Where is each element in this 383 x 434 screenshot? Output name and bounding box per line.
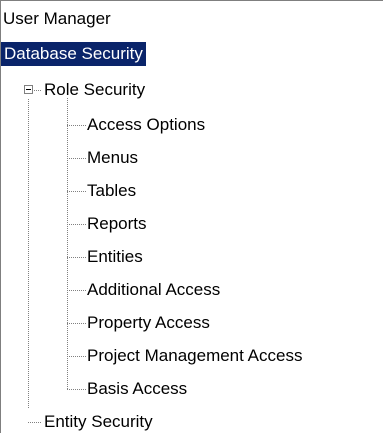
tree-item-label: Entities bbox=[87, 247, 143, 266]
tree-item-project-management-access[interactable]: Project Management Access bbox=[87, 344, 302, 368]
tree-line-connector bbox=[34, 90, 41, 91]
tree-item-property-access[interactable]: Property Access bbox=[87, 311, 210, 335]
tree-line-trunk bbox=[28, 99, 29, 409]
tree-item-role-security[interactable]: Role Security bbox=[44, 78, 145, 102]
tree-item-label: Access Options bbox=[87, 115, 206, 134]
tree-item-entities[interactable]: Entities bbox=[87, 245, 143, 269]
tree-item-label: User Manager bbox=[3, 9, 111, 28]
tree-item-label: Database Security bbox=[4, 44, 143, 63]
tree-line-connector bbox=[67, 323, 86, 324]
tree-line-connector bbox=[67, 191, 86, 192]
security-tree: User Manager Database Security Role Secu… bbox=[0, 0, 383, 433]
tree-item-label: Tables bbox=[87, 181, 137, 200]
tree-line-connector bbox=[67, 125, 86, 126]
tree-line-connector bbox=[67, 290, 86, 291]
tree-line-connector bbox=[67, 257, 86, 258]
tree-line-connector bbox=[67, 389, 86, 390]
tree-item-entity-security[interactable]: Entity Security bbox=[44, 410, 153, 434]
tree-item-reports[interactable]: Reports bbox=[87, 212, 147, 236]
tree-line-connector bbox=[67, 224, 86, 225]
tree-item-label: Additional Access bbox=[87, 280, 221, 299]
tree-item-menus[interactable]: Menus bbox=[87, 146, 138, 170]
tree-item-label: Project Management Access bbox=[87, 346, 303, 365]
tree-item-label: Role Security bbox=[44, 80, 146, 99]
tree-item-tables[interactable]: Tables bbox=[87, 179, 136, 203]
tree-item-label: Menus bbox=[87, 148, 139, 167]
tree-item-label: Basis Access bbox=[87, 379, 188, 398]
tree-item-label: Property Access bbox=[87, 313, 210, 332]
tree-line-connector bbox=[67, 158, 86, 159]
tree-line-connector bbox=[28, 422, 41, 423]
tree-line-children bbox=[67, 98, 68, 389]
tree-item-basis-access[interactable]: Basis Access bbox=[87, 377, 187, 401]
tree-line-connector bbox=[67, 356, 86, 357]
tree-item-database-security[interactable]: Database Security bbox=[1, 42, 146, 66]
tree-item-access-options[interactable]: Access Options bbox=[87, 113, 205, 137]
minus-box-icon[interactable] bbox=[24, 85, 33, 94]
tree-item-label: Entity Security bbox=[44, 412, 153, 431]
tree-item-additional-access[interactable]: Additional Access bbox=[87, 278, 220, 302]
tree-item-label: Reports bbox=[87, 214, 147, 233]
tree-item-user-manager[interactable]: User Manager bbox=[3, 7, 111, 31]
